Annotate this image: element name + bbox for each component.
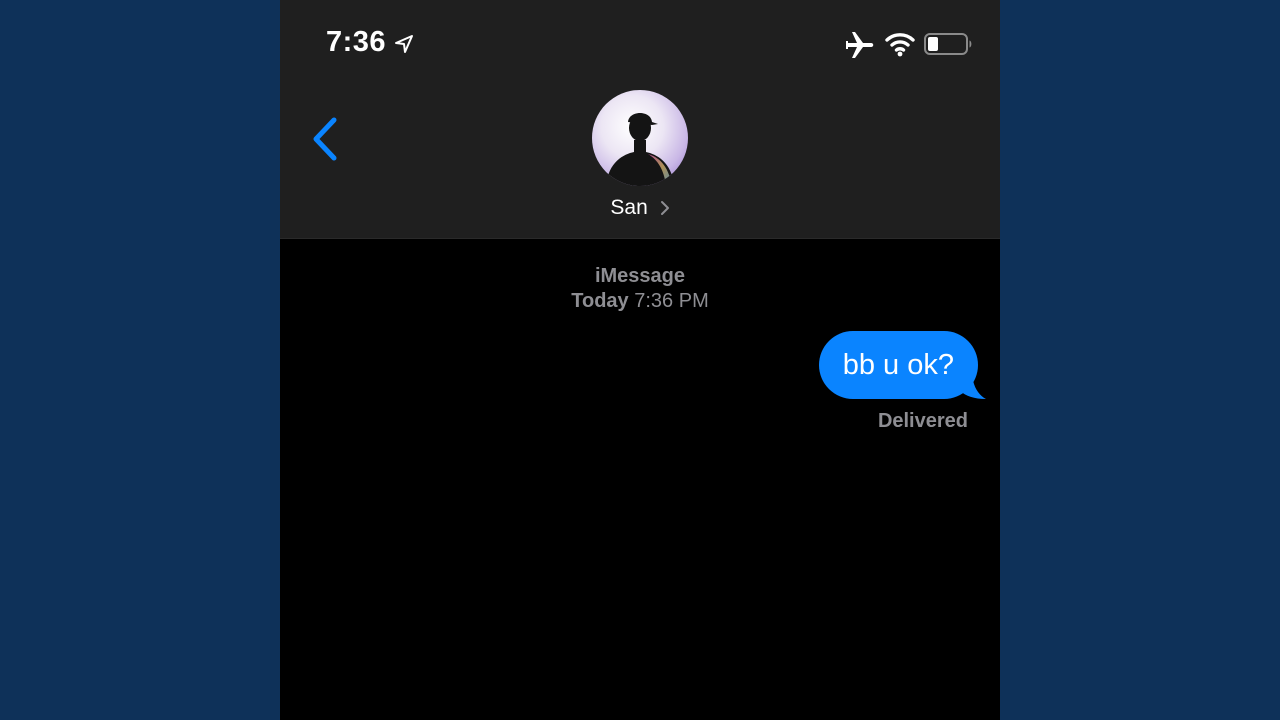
- contact-avatar[interactable]: [592, 90, 688, 186]
- service-label: iMessage: [594, 265, 686, 287]
- timestamp-time: 7:36 PM: [634, 290, 709, 312]
- conversation-header: 7:36 San: [280, 0, 1000, 239]
- messages-screen: 7:36 San iMessage Today 7:36 PM bb u ok?…: [280, 0, 1000, 720]
- delivery-status: Delivered: [877, 410, 968, 432]
- battery-icon: [924, 33, 972, 55]
- status-bar-time: 7:36: [326, 26, 387, 58]
- contact-name-button[interactable]: San: [280, 196, 1000, 220]
- wifi-icon: [885, 33, 915, 57]
- person-silhouette-icon: [592, 90, 688, 186]
- location-arrow-icon: [395, 35, 413, 53]
- message-bubble[interactable]: bb u ok?: [818, 331, 978, 399]
- airplane-icon: [846, 32, 874, 58]
- timestamp-day: Today: [571, 290, 629, 312]
- contact-name: San: [610, 196, 648, 219]
- conversation-timestamp: Today 7:36 PM: [280, 290, 1000, 313]
- back-button[interactable]: [306, 114, 346, 164]
- chevron-right-icon: [660, 201, 669, 216]
- sent-message[interactable]: bb u ok?: [818, 331, 986, 399]
